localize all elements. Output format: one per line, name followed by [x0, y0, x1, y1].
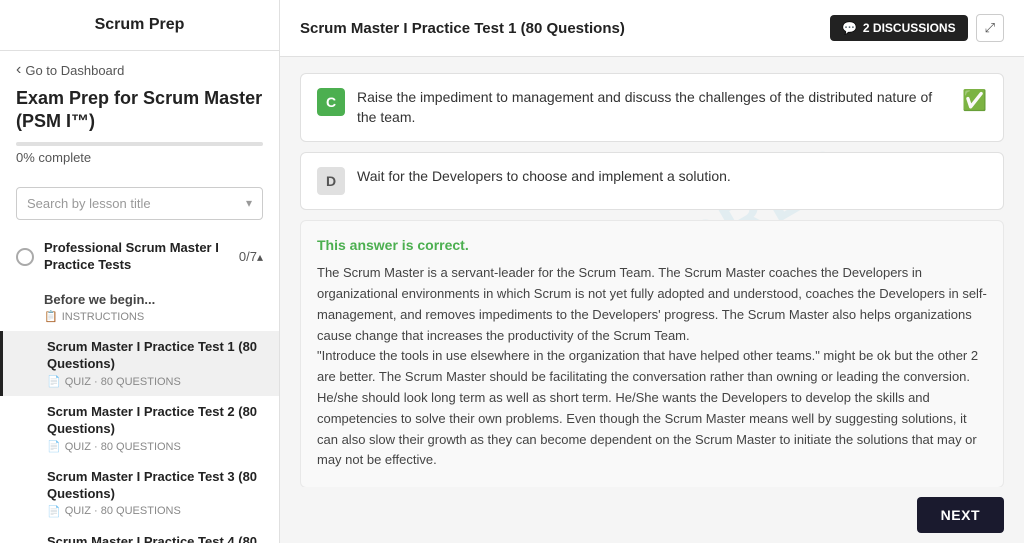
sidebar-title: Scrum Prep — [95, 16, 185, 33]
answer-label-c: C — [317, 88, 345, 116]
quiz-icon-3: 📄 — [47, 505, 61, 518]
sidebar: Scrum Prep Go to Dashboard Exam Prep for… — [0, 0, 280, 543]
explanation-text: The Scrum Master is a servant-leader for… — [317, 263, 987, 471]
answer-label-d: D — [317, 167, 345, 195]
next-button[interactable]: NEXT — [917, 497, 1004, 533]
lesson-item-4[interactable]: Scrum Master I Practice Test 4 (80 Quest… — [0, 526, 279, 543]
back-link[interactable]: Go to Dashboard — [16, 61, 263, 79]
main-header-title: Scrum Master I Practice Test 1 (80 Quest… — [300, 20, 625, 37]
section-header[interactable]: Professional Scrum Master I Practice Tes… — [0, 230, 279, 284]
lesson-1-title: Scrum Master I Practice Test 1 (80 Quest… — [47, 339, 263, 373]
lesson-item-2[interactable]: Scrum Master I Practice Test 2 (80 Quest… — [0, 396, 279, 461]
lesson-item-before[interactable]: Before we begin... 📋 INSTRUCTIONS — [0, 284, 279, 332]
main-content: Scrum Master I Practice Test 1 (80 Quest… — [280, 0, 1024, 543]
header-actions: 💬 2 DISCUSSIONS ⤢ — [830, 14, 1004, 42]
lesson-3-title: Scrum Master I Practice Test 3 (80 Quest… — [47, 469, 263, 503]
sidebar-nav: Go to Dashboard Exam Prep for Scrum Mast… — [0, 51, 279, 179]
sidebar-content: Professional Scrum Master I Practice Tes… — [0, 230, 279, 543]
progress-text: 0% complete — [16, 150, 263, 165]
lesson-2-subtitle: 📄 QUIZ · 80 QUESTIONS — [47, 440, 263, 453]
explanation-box: This answer is correct. The Scrum Master… — [300, 220, 1004, 487]
answer-card-c[interactable]: C Raise the impediment to management and… — [300, 73, 1004, 142]
before-subtitle: 📋 INSTRUCTIONS — [44, 310, 263, 323]
discussions-button[interactable]: 💬 2 DISCUSSIONS — [830, 15, 968, 41]
course-title: Exam Prep for Scrum Master (PSM I™) — [16, 87, 263, 134]
answer-text-c: Raise the impediment to management and d… — [357, 88, 950, 127]
section-count: 0/7 — [239, 249, 257, 264]
expand-button[interactable]: ⤢ — [976, 14, 1004, 42]
answer-card-d[interactable]: D Wait for the Developers to choose and … — [300, 152, 1004, 210]
explanation-correct-label: This answer is correct. — [317, 237, 987, 253]
check-icon-c: ✅ — [962, 88, 987, 113]
lesson-3-subtitle: 📄 QUIZ · 80 QUESTIONS — [47, 505, 263, 518]
chat-icon: 💬 — [842, 21, 857, 35]
progress-bar-container — [16, 142, 263, 146]
before-title: Before we begin... — [44, 292, 263, 309]
discussions-label: 2 DISCUSSIONS — [863, 21, 956, 35]
quiz-icon-2: 📄 — [47, 440, 61, 453]
section-header-left: Professional Scrum Master I Practice Tes… — [16, 240, 257, 274]
lesson-2-title: Scrum Master I Practice Test 2 (80 Quest… — [47, 404, 263, 438]
sidebar-header: Scrum Prep — [0, 0, 279, 51]
main-body: SCRUM PREP C Raise the impediment to man… — [280, 57, 1024, 487]
expand-icon: ⤢ — [985, 20, 995, 35]
search-box[interactable]: Search by lesson title ▾ — [16, 187, 263, 220]
lesson-item-3[interactable]: Scrum Master I Practice Test 3 (80 Quest… — [0, 461, 279, 526]
chevron-up-icon: ▴ — [257, 250, 263, 264]
lesson-item-1[interactable]: Scrum Master I Practice Test 1 (80 Quest… — [0, 331, 279, 396]
section-title: Professional Scrum Master I Practice Tes… — [44, 240, 225, 274]
footer-actions: NEXT — [280, 487, 1024, 543]
instructions-icon: 📋 — [44, 310, 58, 323]
lesson-1-subtitle: 📄 QUIZ · 80 QUESTIONS — [47, 375, 263, 388]
section-circle-icon — [16, 248, 34, 266]
answer-text-d: Wait for the Developers to choose and im… — [357, 167, 987, 187]
search-box-placeholder: Search by lesson title — [27, 196, 151, 211]
main-header: Scrum Master I Practice Test 1 (80 Quest… — [280, 0, 1024, 57]
lesson-4-title: Scrum Master I Practice Test 4 (80 Quest… — [47, 534, 263, 543]
quiz-icon-1: 📄 — [47, 375, 61, 388]
chevron-down-icon: ▾ — [246, 196, 252, 210]
